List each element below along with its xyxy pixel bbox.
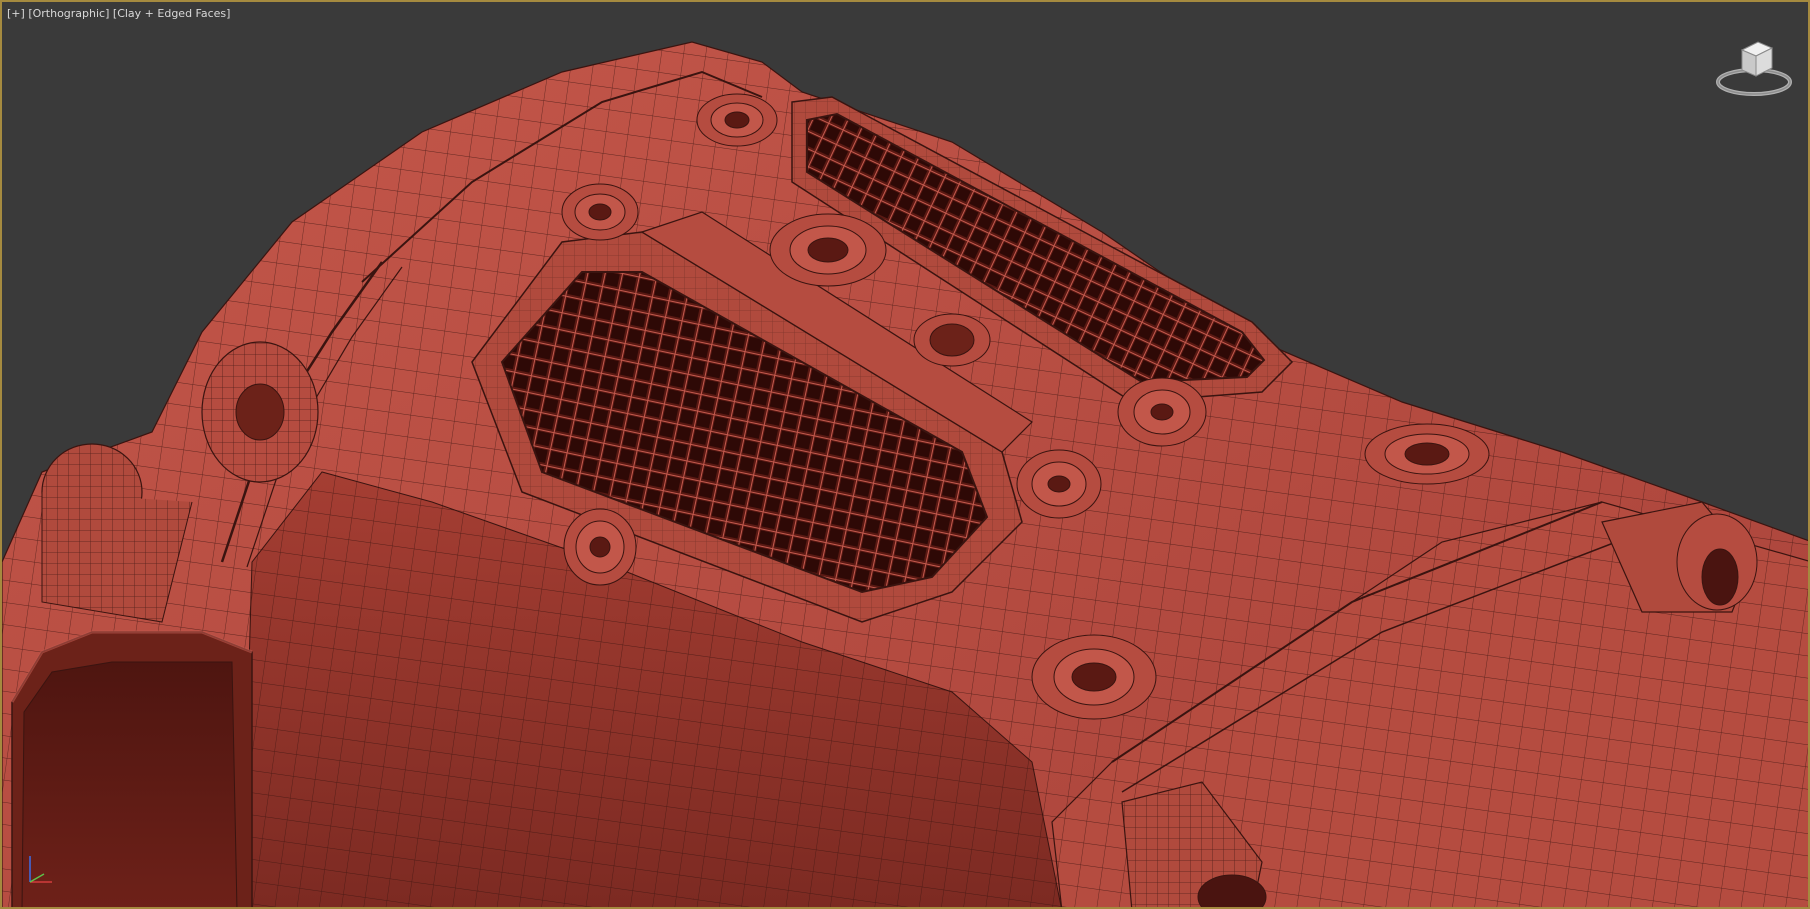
viewport[interactable]: [+] [Orthographic] [Clay + Edged Faces] — [0, 0, 1810, 909]
axis-tripod-icon — [29, 856, 52, 883]
bolt-upper-left — [561, 183, 639, 241]
viewport-view-mode[interactable]: [Orthographic] — [28, 7, 109, 20]
model-canvas[interactable] — [2, 2, 1810, 909]
bolt-lower-left — [563, 508, 637, 586]
bolt-bottom — [1031, 634, 1157, 720]
viewport-label: [+] [Orthographic] [Clay + Edged Faces] — [7, 7, 230, 20]
bolt-right-flat — [1364, 423, 1490, 485]
bolt-center — [769, 213, 887, 287]
bolt-right-upper — [1117, 377, 1207, 447]
bolt-mid — [1016, 449, 1102, 519]
viewport-menu-plus[interactable]: [+] — [7, 7, 25, 20]
viewcube-icon[interactable] — [1714, 34, 1794, 98]
bolt-hole-center — [913, 313, 991, 367]
viewport-shading-mode[interactable]: [Clay + Edged Faces] — [113, 7, 231, 20]
bolt-top — [696, 93, 778, 147]
